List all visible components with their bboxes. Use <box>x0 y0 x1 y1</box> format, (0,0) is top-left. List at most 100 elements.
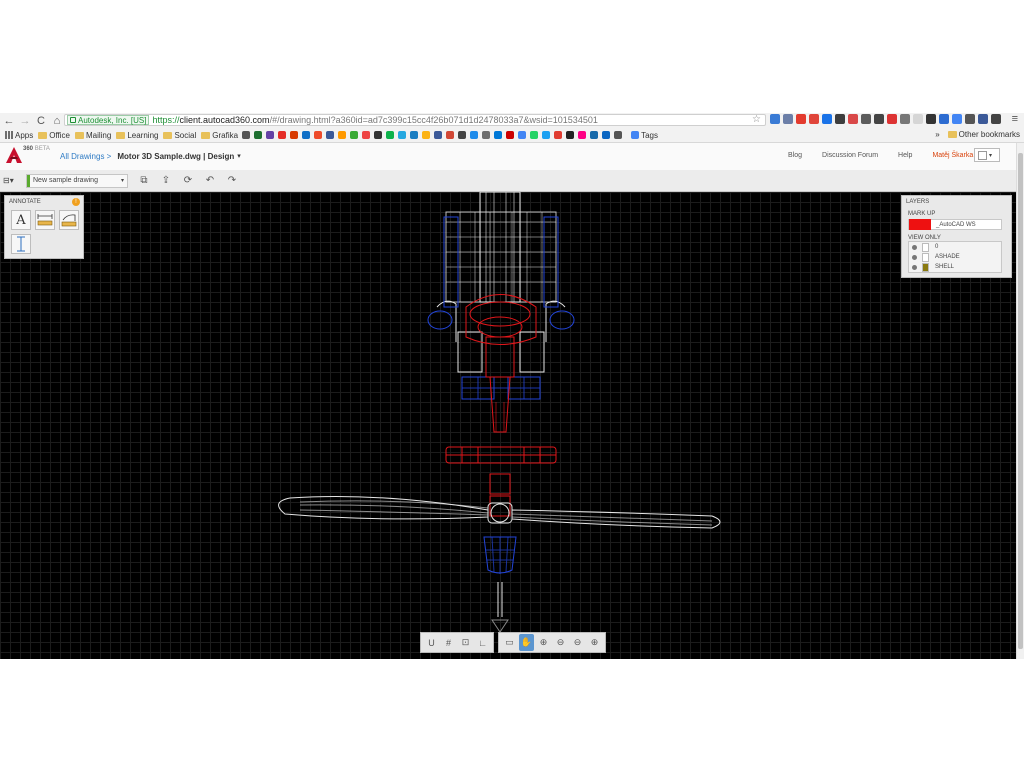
bookmark-apps[interactable]: Apps <box>5 131 33 140</box>
polar-snap-button[interactable]: ∟ <box>475 634 490 651</box>
grid-toggle-button[interactable]: # <box>441 634 456 651</box>
bookmark-favicon-icon[interactable] <box>386 131 395 139</box>
vertical-dimension-button[interactable] <box>11 234 31 254</box>
undo-button[interactable]: ↶ <box>204 175 216 187</box>
redo-button[interactable]: ↷ <box>226 175 238 187</box>
linear-dimension-button[interactable] <box>35 210 55 230</box>
zoom-out-button[interactable]: ⊖ <box>570 634 585 651</box>
markup-layer-row[interactable]: _AutoCAD WS <box>908 219 1002 230</box>
bookmark-folder[interactable]: Grafika <box>201 131 238 140</box>
select-window-button[interactable]: ▭ <box>502 634 517 651</box>
bookmark-favicon-icon[interactable] <box>422 131 431 139</box>
blog-link[interactable]: Blog <box>788 152 802 159</box>
zoom-in-button[interactable]: ⊕ <box>587 634 602 651</box>
bookmark-favicon-icon[interactable] <box>302 131 311 139</box>
extension-icon[interactable] <box>783 114 793 124</box>
layer-row[interactable]: ASHADE <box>909 252 1001 262</box>
extension-icon[interactable] <box>848 114 858 124</box>
extension-icon[interactable] <box>874 114 884 124</box>
extension-icon[interactable] <box>926 114 936 124</box>
extension-icon[interactable] <box>809 114 819 124</box>
color-picker[interactable]: ▾ <box>974 148 1000 162</box>
bookmark-favicon-icon[interactable] <box>374 131 383 139</box>
autocad-logo-icon[interactable] <box>6 147 22 163</box>
extension-icon[interactable] <box>913 114 923 124</box>
pan-hand-button[interactable]: ✋ <box>519 634 534 651</box>
bookmark-favicon-icon[interactable] <box>338 131 347 139</box>
bookmark-favicon-icon[interactable] <box>482 131 491 139</box>
visibility-dot-icon[interactable] <box>912 264 917 270</box>
bookmark-folder[interactable]: Office <box>38 131 70 140</box>
bookmark-favicon-icon[interactable] <box>530 131 539 139</box>
bookmark-favicon-icon[interactable] <box>458 131 467 139</box>
bookmark-favicon-icon[interactable] <box>602 131 611 139</box>
bookmark-favicon-icon[interactable] <box>266 131 275 139</box>
user-menu[interactable]: Matěj Škarka <box>932 152 973 159</box>
bookmark-favicon-icon[interactable] <box>350 131 359 139</box>
markup-color-swatch[interactable] <box>909 219 931 230</box>
bookmark-favicon-icon[interactable] <box>578 131 587 139</box>
zoom-extents-button[interactable]: ⊖ <box>553 634 568 651</box>
other-bookmarks[interactable]: » Other bookmarks <box>935 130 1020 139</box>
bookmark-favicon-icon[interactable] <box>446 131 455 139</box>
bookmark-favicon-icon[interactable] <box>290 131 299 139</box>
layer-row[interactable]: 0 <box>909 242 1001 252</box>
drawing-canvas[interactable] <box>0 192 1016 659</box>
extension-icon[interactable] <box>887 114 897 124</box>
extension-icon[interactable] <box>835 114 845 124</box>
copy-button[interactable]: ⧉ <box>138 175 150 187</box>
bookmark-folder[interactable]: Mailing <box>74 131 111 140</box>
bookmark-favicon-icon[interactable] <box>362 131 371 139</box>
visibility-dot-icon[interactable] <box>912 244 917 250</box>
drawing-select[interactable]: New sample drawing ▾ <box>26 173 128 188</box>
chevron-down-icon[interactable]: ▾ <box>237 152 241 161</box>
refresh-button[interactable]: ⟳ <box>182 175 194 187</box>
back-button[interactable]: ← <box>2 114 16 128</box>
layer-row[interactable]: SHELL <box>909 262 1001 272</box>
extension-icon[interactable] <box>900 114 910 124</box>
bookmark-folder[interactable]: Social <box>163 131 196 140</box>
bookmark-favicon-icon[interactable] <box>398 131 407 139</box>
reload-button[interactable]: C <box>34 114 48 128</box>
bookmark-tags[interactable]: Tags <box>627 131 658 140</box>
home-button[interactable]: ⌂ <box>50 114 64 128</box>
extension-icon[interactable] <box>952 114 962 124</box>
scrollbar-thumb[interactable] <box>1018 153 1023 649</box>
bookmark-favicon-icon[interactable] <box>542 131 551 139</box>
open-folder-button[interactable]: ⊟▾ <box>3 174 23 188</box>
upload-button[interactable]: ⇪ <box>160 175 172 187</box>
text-tool-button[interactable]: A <box>11 210 31 230</box>
bookmark-folder[interactable]: Learning <box>116 131 158 140</box>
ortho-snap-button[interactable]: U <box>424 634 439 651</box>
bookmark-favicon-icon[interactable] <box>470 131 479 139</box>
bookmark-favicon-icon[interactable] <box>410 131 419 139</box>
drawing-title[interactable]: Motor 3D Sample.dwg | Design <box>117 152 234 161</box>
zoom-window-button[interactable]: ⊕ <box>536 634 551 651</box>
browser-menu-icon[interactable]: ≡ <box>1012 113 1018 125</box>
object-snap-button[interactable]: ⊡ <box>458 634 473 651</box>
vertical-scrollbar[interactable] <box>1016 143 1024 659</box>
bookmark-favicon-icon[interactable] <box>278 131 287 139</box>
visibility-dot-icon[interactable] <box>912 254 917 260</box>
aligned-dimension-button[interactable] <box>59 210 79 230</box>
extension-icon[interactable] <box>991 114 1001 124</box>
bookmark-favicon-icon[interactable] <box>614 131 623 139</box>
address-bar[interactable]: Autodesk, Inc. [US] https:// client.auto… <box>64 114 766 126</box>
extension-icon[interactable] <box>939 114 949 124</box>
forward-button[interactable]: → <box>18 114 32 128</box>
bookmark-favicon-icon[interactable] <box>590 131 599 139</box>
bookmark-favicon-icon[interactable] <box>314 131 323 139</box>
extension-icon[interactable] <box>770 114 780 124</box>
bookmark-favicon-icon[interactable] <box>554 131 563 139</box>
bookmark-star-icon[interactable]: ☆ <box>752 114 761 125</box>
extension-icon[interactable] <box>978 114 988 124</box>
bookmark-favicon-icon[interactable] <box>434 131 443 139</box>
bookmark-favicon-icon[interactable] <box>518 131 527 139</box>
bookmark-favicon-icon[interactable] <box>326 131 335 139</box>
help-link[interactable]: Help <box>898 152 912 159</box>
all-drawings-link[interactable]: All Drawings > <box>60 152 111 161</box>
bookmark-favicon-icon[interactable] <box>566 131 575 139</box>
extension-icon[interactable] <box>796 114 806 124</box>
extension-icon[interactable] <box>861 114 871 124</box>
extension-icon[interactable] <box>965 114 975 124</box>
